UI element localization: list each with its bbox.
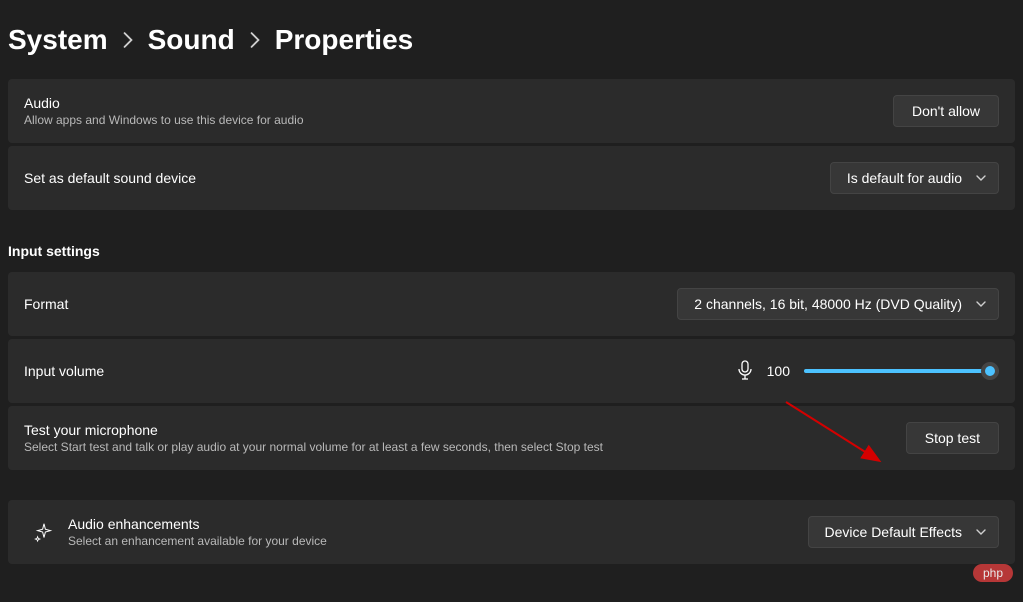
default-device-card: Set as default sound device Is default f… (8, 146, 1015, 210)
input-volume-value: 100 (767, 363, 790, 379)
enhancements-title: Audio enhancements (68, 516, 327, 532)
default-device-dropdown-label: Is default for audio (847, 170, 962, 186)
breadcrumb: System Sound Properties (0, 0, 1023, 76)
audio-enhancements-card: Audio enhancements Select an enhancement… (8, 500, 1015, 564)
test-mic-subtitle: Select Start test and talk or play audio… (24, 440, 603, 454)
input-volume-title: Input volume (24, 363, 104, 379)
default-device-dropdown[interactable]: Is default for audio (830, 162, 999, 194)
breadcrumb-sound[interactable]: Sound (148, 24, 235, 56)
input-volume-card: Input volume 100 (8, 339, 1015, 403)
dont-allow-button[interactable]: Don't allow (893, 95, 999, 127)
sparkle-icon (24, 521, 64, 543)
breadcrumb-properties: Properties (275, 24, 414, 56)
enhancements-dropdown-label: Device Default Effects (825, 524, 962, 540)
audio-title: Audio (24, 95, 304, 111)
format-dropdown[interactable]: 2 channels, 16 bit, 48000 Hz (DVD Qualit… (677, 288, 999, 320)
format-card: Format 2 channels, 16 bit, 48000 Hz (DVD… (8, 272, 1015, 336)
chevron-right-icon (249, 32, 261, 48)
watermark-badge: php (973, 564, 1013, 582)
chevron-right-icon (122, 32, 134, 48)
default-device-title: Set as default sound device (24, 170, 196, 186)
format-dropdown-label: 2 channels, 16 bit, 48000 Hz (DVD Qualit… (694, 296, 962, 312)
chevron-down-icon (976, 526, 986, 538)
chevron-down-icon (976, 172, 986, 184)
input-volume-slider[interactable] (804, 369, 999, 373)
enhancements-dropdown[interactable]: Device Default Effects (808, 516, 999, 548)
microphone-icon (737, 360, 753, 383)
format-title: Format (24, 296, 68, 312)
test-microphone-card: Test your microphone Select Start test a… (8, 406, 1015, 470)
audio-card: Audio Allow apps and Windows to use this… (8, 79, 1015, 143)
stop-test-button[interactable]: Stop test (906, 422, 999, 454)
audio-subtitle: Allow apps and Windows to use this devic… (24, 113, 304, 127)
breadcrumb-system[interactable]: System (8, 24, 108, 56)
input-settings-header: Input settings (0, 213, 1023, 269)
chevron-down-icon (976, 298, 986, 310)
enhancements-subtitle: Select an enhancement available for your… (68, 534, 327, 548)
test-mic-title: Test your microphone (24, 422, 603, 438)
